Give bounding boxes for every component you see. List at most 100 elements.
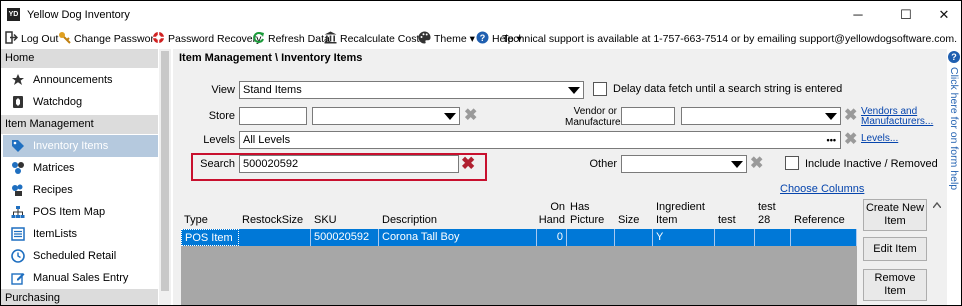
sidebar-item-pos-item-map[interactable]: POS Item Map	[11, 201, 157, 223]
sidebar-item-inventory-items[interactable]: Inventory Items	[3, 135, 158, 157]
menu-theme[interactable]: Theme ▾	[418, 31, 475, 47]
edit-item-button[interactable]: Edit Item	[863, 237, 927, 261]
column-header-size[interactable]: Size	[615, 199, 653, 229]
sidebar-section-item-management[interactable]: Item Management	[1, 115, 158, 134]
column-header-on-hand[interactable]: On Hand	[537, 199, 567, 229]
cell-has-picture[interactable]	[567, 229, 615, 246]
sidebar-scrollbar[interactable]	[159, 49, 171, 305]
close-button[interactable]: ✕	[929, 5, 959, 25]
column-header-test[interactable]: test	[715, 199, 755, 229]
column-header-type[interactable]: Type	[181, 199, 239, 229]
tag-icon	[12, 140, 24, 152]
other-label: Other	[589, 158, 617, 170]
form-help-strip[interactable]: ? Click here for on form help	[947, 49, 961, 305]
minimize-button[interactable]: ─	[843, 5, 873, 25]
cell-on-hand[interactable]: 0	[537, 229, 567, 246]
view-select[interactable]: Stand Items	[239, 81, 584, 99]
column-header-ingredient-item[interactable]: Ingredient Item	[653, 199, 715, 229]
vendor-code-input[interactable]	[621, 107, 675, 125]
vendors-link-line2: Manufacturers...	[861, 116, 934, 127]
cell-description[interactable]: Corona Tall Boy	[379, 229, 537, 246]
sidebar-item-label: Watchdog	[33, 96, 83, 108]
menu-password-recovery[interactable]: Password Recovery	[152, 31, 261, 47]
column-header-sku[interactable]: SKU	[311, 199, 379, 229]
sidebar-item-label: Matrices	[33, 162, 75, 174]
cell-ingredient-item[interactable]: Y	[653, 229, 715, 246]
other-select[interactable]	[621, 155, 747, 173]
column-header-test28[interactable]: test 28	[755, 199, 791, 229]
sidebar-item-recipes[interactable]: Recipes	[11, 179, 157, 201]
cell-test28[interactable]	[755, 229, 791, 246]
menu-bar: Log Out Change Password Password Recover…	[1, 29, 961, 49]
menu-log-out[interactable]: Log Out	[5, 31, 58, 47]
column-header-reference[interactable]: Reference	[791, 199, 857, 229]
ellipsis-icon[interactable]: •••	[827, 132, 836, 148]
sidebar-section-home[interactable]: Home	[1, 49, 158, 68]
vendor-select[interactable]	[681, 107, 841, 125]
column-header-restocksize[interactable]: RestockSize	[239, 199, 311, 229]
delay-fetch-checkbox[interactable]	[593, 82, 607, 96]
clear-search-icon[interactable]: ✖	[461, 155, 475, 173]
chevron-down-icon	[825, 113, 837, 120]
vendors-link[interactable]: Vendors and Manufacturers...	[861, 107, 933, 127]
main-scrollbar[interactable]	[931, 199, 943, 305]
sidebar-item-scheduled-retail[interactable]: Scheduled Retail	[11, 245, 157, 267]
menu-recalculate-costs[interactable]: Recalculate Costs	[324, 31, 425, 47]
menu-change-password-label: Change Password	[74, 33, 160, 45]
help-icon[interactable]: ?	[948, 51, 960, 63]
grid-header: Type RestockSize SKU Description On Hand…	[181, 199, 857, 229]
store-select[interactable]	[312, 107, 460, 125]
choose-columns-link[interactable]: Choose Columns	[780, 183, 864, 195]
sidebar-item-itemlists[interactable]: ItemLists	[11, 223, 157, 245]
column-header-description[interactable]: Description	[379, 199, 537, 229]
sidebar-item-watchdog[interactable]: Watchdog	[11, 91, 157, 113]
menu-password-recovery-label: Password Recovery	[168, 33, 262, 45]
sidebar-scroll-thumb[interactable]	[161, 51, 169, 291]
title-bar: YD Yellow Dog Inventory ─ ☐ ✕	[1, 1, 961, 29]
view-select-value: Stand Items	[243, 84, 302, 96]
sidebar-item-label: Recipes	[33, 184, 73, 196]
menu-theme-label: Theme ▾	[434, 33, 475, 45]
delay-fetch-label: Delay data fetch until a search string i…	[613, 83, 843, 95]
maximize-button[interactable]: ☐	[891, 5, 921, 25]
sidebar-item-matrices[interactable]: Matrices	[11, 157, 157, 179]
remove-item-button[interactable]: Remove Item	[863, 269, 927, 301]
clock-icon	[11, 249, 25, 263]
store-label: Store	[208, 110, 235, 122]
scroll-up-icon[interactable]	[933, 202, 941, 208]
column-header-has-picture[interactable]: Has Picture	[567, 199, 615, 229]
sidebar-section-purchasing[interactable]: Purchasing	[1, 289, 158, 305]
cell-type[interactable]: POS Item	[181, 229, 239, 246]
sidebar-item-announcements[interactable]: Announcements	[11, 69, 157, 91]
table-row[interactable]: POS Item 500020592 Corona Tall Boy 0 Y	[181, 229, 857, 246]
clear-levels-icon[interactable]: ✖	[844, 132, 857, 148]
vendor-label-line1: Vendor or	[573, 106, 617, 117]
vendor-label: Vendor or Manufacturer	[565, 106, 624, 128]
menu-log-out-label: Log Out	[21, 33, 59, 45]
refresh-icon	[253, 32, 264, 43]
cell-reference[interactable]	[791, 229, 857, 246]
cell-sku[interactable]: 500020592	[311, 229, 379, 246]
create-new-item-button[interactable]: Create New Item	[863, 199, 927, 231]
levels-select[interactable]: All Levels •••	[239, 131, 841, 149]
include-inactive-checkbox[interactable]	[785, 156, 799, 170]
clear-vendor-icon[interactable]: ✖	[844, 108, 857, 124]
store-code-input[interactable]	[239, 107, 307, 125]
help-icon: ?	[476, 31, 489, 44]
menu-change-password[interactable]: Change Password	[58, 31, 160, 47]
sidebar-item-label: Scheduled Retail	[33, 250, 117, 262]
menu-refresh-data[interactable]: Refresh Data	[252, 31, 330, 47]
bank-icon	[324, 31, 337, 44]
sidebar-item-label: POS Item Map	[33, 206, 106, 218]
levels-link[interactable]: Levels...	[861, 133, 898, 144]
view-label: View	[211, 84, 235, 96]
cell-test[interactable]	[715, 229, 755, 246]
search-input[interactable]: 500020592	[239, 155, 459, 173]
clear-store-icon[interactable]: ✖	[464, 108, 477, 124]
sidebar-item-manual-sales-entry[interactable]: Manual Sales Entry	[11, 267, 157, 289]
levels-select-value: All Levels	[243, 134, 291, 146]
clear-other-icon[interactable]: ✖	[750, 156, 763, 172]
cell-restocksize[interactable]	[239, 229, 311, 246]
cell-size[interactable]	[615, 229, 653, 246]
form-help-link[interactable]: Click here for on form help	[948, 67, 960, 190]
